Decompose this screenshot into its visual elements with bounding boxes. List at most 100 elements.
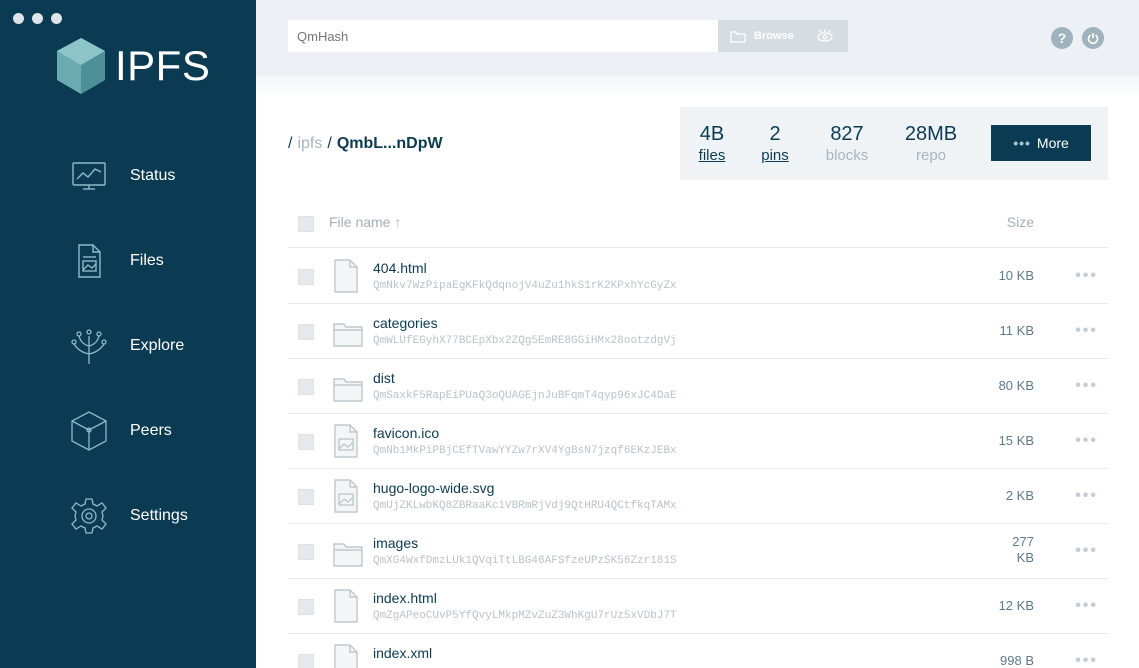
- row-checkbox[interactable]: [298, 544, 314, 560]
- row-checkbox[interactable]: [298, 489, 314, 505]
- file-name[interactable]: 404.html: [373, 260, 427, 276]
- status-monitor-icon: [68, 155, 110, 197]
- row-checkbox[interactable]: [298, 434, 314, 450]
- row-checkbox[interactable]: [298, 379, 314, 395]
- help-icon[interactable]: ?: [1051, 27, 1073, 49]
- close-window-button[interactable]: [13, 13, 24, 24]
- sidebar-item-label: Explore: [130, 337, 185, 354]
- image-file-icon: [334, 424, 358, 458]
- breadcrumb-separator: /: [288, 135, 293, 152]
- minimize-window-button[interactable]: [32, 13, 43, 24]
- zoom-window-button[interactable]: [51, 13, 62, 24]
- explore-tree-icon: [68, 325, 110, 367]
- stat-repo: 28MB repo: [896, 123, 966, 164]
- stat-files-label[interactable]: files: [677, 147, 747, 164]
- column-size: Size: [1006, 214, 1034, 230]
- stat-files[interactable]: 4B files: [677, 123, 747, 164]
- row-checkbox[interactable]: [298, 654, 314, 668]
- breadcrumb-root[interactable]: ipfs: [297, 135, 322, 153]
- stat-blocks-label: blocks: [825, 147, 869, 164]
- stat-pins-value: 2: [769, 123, 781, 145]
- file-row[interactable]: dist QmSaxkF5RapEiPUaQ3oQUAGEjnJuBFqmT4q…: [288, 359, 1108, 414]
- header-shadow: [256, 76, 1139, 98]
- file-hash: QmXG4WxfDmzLUk1QVqiTtLBG46AFSfzeUPzSK56Z…: [373, 555, 677, 567]
- sidebar-item-label: Peers: [130, 422, 172, 439]
- file-hash: QmSaxkF5RapEiPUaQ3oQUAGEjnJuBFqmT4qyp96x…: [373, 390, 677, 402]
- row-menu-icon[interactable]: •••: [1075, 377, 1098, 395]
- hash-search-input[interactable]: [288, 20, 718, 52]
- row-menu-icon[interactable]: •••: [1075, 597, 1098, 615]
- folder-icon: [333, 378, 363, 402]
- file-name[interactable]: index.xml: [373, 645, 432, 661]
- browse-button[interactable]: Browse: [718, 20, 848, 52]
- window-controls: [13, 13, 62, 24]
- file-icon: [334, 589, 358, 623]
- file-size: 11 KB: [999, 323, 1034, 338]
- file-row[interactable]: hugo-logo-wide.svg QmUjZKLwbKQ8ZBRaaKc1V…: [288, 469, 1108, 524]
- breadcrumb: / ipfs / QmbL...nDpW: [288, 135, 443, 153]
- row-menu-icon[interactable]: •••: [1075, 322, 1098, 340]
- peers-cube-icon: [68, 410, 110, 452]
- column-file-name[interactable]: File name ↑: [329, 214, 401, 230]
- file-hash: QmNb1MkPiPBjCEfTVawYYZw7rXV4YgBsN7jzqf6E…: [373, 445, 677, 457]
- sidebar-item-files[interactable]: Files: [68, 239, 238, 283]
- sidebar-item-label: Files: [130, 252, 164, 269]
- more-dots-icon: •••: [1013, 135, 1031, 151]
- file-hash: QmZgAPeoCUvP5YfQvyLMkpMZvZuZ3WhKgU7rUz5x…: [373, 610, 677, 622]
- app-logo[interactable]: IPFS: [55, 36, 210, 96]
- file-name[interactable]: categories: [373, 315, 438, 331]
- row-checkbox[interactable]: [298, 599, 314, 615]
- repo-stats-panel: 4B files 2 pins 827 blocks 28MB repo •••…: [680, 107, 1108, 180]
- more-button[interactable]: ••• More: [991, 125, 1091, 161]
- stat-pins[interactable]: 2 pins: [740, 123, 810, 164]
- power-icon[interactable]: [1082, 27, 1104, 49]
- file-row[interactable]: favicon.ico QmNb1MkPiPBjCEfTVawYYZw7rXV4…: [288, 414, 1108, 469]
- row-checkbox[interactable]: [298, 269, 314, 285]
- top-bar: Browse ?: [256, 0, 1139, 76]
- file-row[interactable]: images QmXG4WxfDmzLUk1QVqiTtLBG46AFSfzeU…: [288, 524, 1108, 579]
- row-menu-icon[interactable]: •••: [1075, 267, 1098, 285]
- stat-repo-value: 28MB: [904, 123, 958, 145]
- file-hash: QmNkv7WzPipaEgKFkQdqnojV4uZu1hkS1rK2KPxh…: [373, 280, 677, 292]
- browse-label: Browse: [754, 30, 794, 42]
- sidebar-item-status[interactable]: Status: [68, 154, 238, 198]
- row-menu-icon[interactable]: •••: [1075, 487, 1098, 505]
- file-size: 10 KB: [998, 268, 1034, 283]
- file-name[interactable]: favicon.ico: [373, 425, 439, 441]
- settings-gear-icon: [68, 495, 110, 537]
- file-size-number: 277: [1012, 534, 1034, 549]
- stat-files-value: 4B: [699, 123, 725, 145]
- file-size-unit: KB: [1016, 550, 1034, 565]
- row-checkbox[interactable]: [298, 324, 314, 340]
- file-name[interactable]: hugo-logo-wide.svg: [373, 480, 494, 496]
- sidebar-item-peers[interactable]: Peers: [68, 409, 238, 453]
- ipfs-cube-logo-icon: [57, 38, 105, 94]
- row-menu-icon[interactable]: •••: [1075, 432, 1098, 450]
- sidebar-item-label: Status: [130, 167, 176, 184]
- file-row[interactable]: index.xml 998 B •••: [288, 634, 1108, 668]
- file-size: 2 KB: [1005, 488, 1034, 503]
- row-menu-icon[interactable]: •••: [1075, 652, 1098, 668]
- file-name[interactable]: images: [373, 535, 418, 551]
- file-size: 12 KB: [998, 598, 1034, 613]
- select-all-checkbox[interactable]: [298, 216, 314, 232]
- file-name[interactable]: dist: [373, 370, 395, 386]
- file-row[interactable]: categories QmWLUfEGyhX77BCEpXbx2ZQg5EmRE…: [288, 304, 1108, 359]
- inspect-eye-icon[interactable]: [816, 28, 834, 44]
- breadcrumb-current[interactable]: QmbL...nDpW: [337, 135, 443, 153]
- stat-pins-label[interactable]: pins: [740, 147, 810, 164]
- file-size: 998 B: [1000, 653, 1034, 668]
- file-hash: QmWLUfEGyhX77BCEpXbx2ZQg5EmRE8GGiHMx28oo…: [373, 335, 677, 347]
- file-row[interactable]: 404.html QmNkv7WzPipaEgKFkQdqnojV4uZu1hk…: [288, 249, 1108, 304]
- image-file-icon: [334, 479, 358, 513]
- file-size: 277 KB: [974, 534, 1034, 566]
- file-name[interactable]: index.html: [373, 590, 437, 606]
- sidebar-item-explore[interactable]: Explore: [68, 324, 238, 368]
- file-hash: QmUjZKLwbKQ8ZBRaaKc1VBRmRjVdj9QtHRU4QCtf…: [373, 500, 677, 512]
- sidebar-item-settings[interactable]: Settings: [68, 494, 238, 538]
- folder-icon: [730, 30, 746, 43]
- folder-icon: [333, 543, 363, 567]
- row-menu-icon[interactable]: •••: [1075, 542, 1098, 560]
- file-icon: [334, 644, 358, 668]
- file-row[interactable]: index.html QmZgAPeoCUvP5YfQvyLMkpMZvZuZ3…: [288, 579, 1108, 634]
